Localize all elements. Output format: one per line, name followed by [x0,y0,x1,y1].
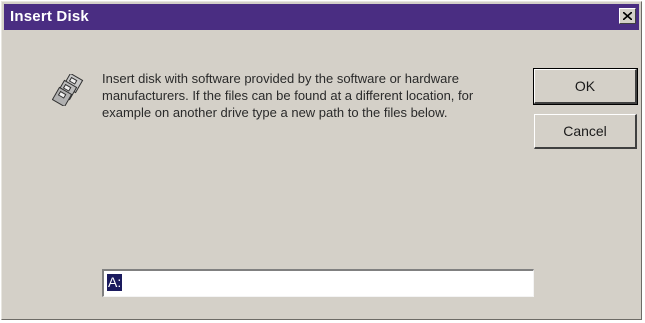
path-input[interactable] [102,269,534,297]
close-x-icon [623,12,632,20]
instruction-text: Insert disk with software provided by th… [102,71,474,120]
ok-button[interactable]: OK [533,68,638,105]
disks-icon [52,74,84,106]
cancel-button[interactable]: Cancel [534,114,637,149]
selected-path-text: A: [107,274,123,291]
close-button[interactable] [619,8,636,24]
window-title: Insert Disk [10,8,89,25]
insert-disk-dialog: Insert Disk Insert disk with software pr… [1,1,642,320]
title-bar[interactable]: Insert Disk [4,4,639,30]
